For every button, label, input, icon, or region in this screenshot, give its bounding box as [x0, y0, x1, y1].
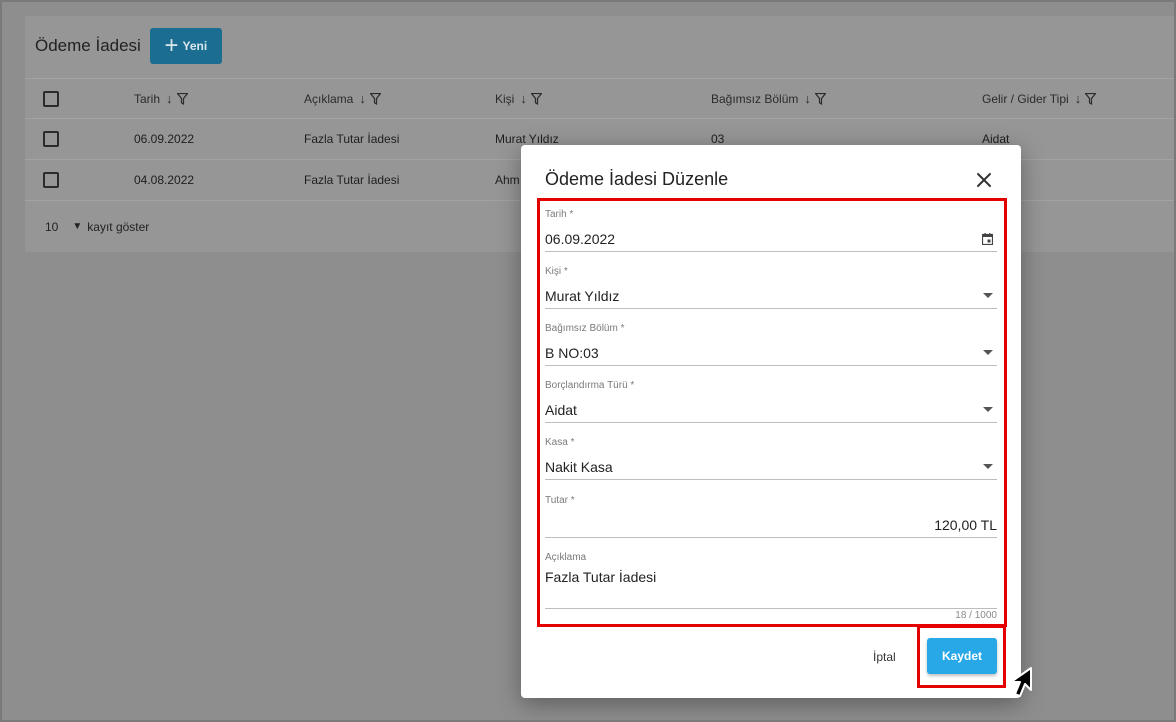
cash-value[interactable]: Nakit Kasa	[545, 459, 613, 475]
dialog-title: Ödeme İadesi Düzenle	[545, 169, 729, 189]
filter-icon[interactable]	[369, 92, 381, 105]
close-icon[interactable]	[973, 169, 995, 191]
amount-label: Tutar *	[545, 495, 575, 506]
cell-date: 04.08.2022	[134, 173, 195, 187]
cancel-button[interactable]: İptal	[873, 650, 896, 664]
cash-field[interactable]: Kasa * Nakit Kasa	[545, 437, 997, 480]
edit-dialog: Ödeme İadesi Düzenle Tarih * 06.09.2022 …	[521, 145, 1021, 698]
sort-arrow-icon[interactable]: ↓	[1075, 91, 1082, 106]
table-header-row: Tarih ↓ Açıklama ↓ Kişi ↓ Bağımsız Bölüm…	[25, 78, 1176, 118]
plus-icon: +	[164, 32, 179, 59]
new-button[interactable]: + Yeni	[149, 28, 222, 64]
unit-value[interactable]: B NO:03	[545, 345, 599, 361]
new-button-label: Yeni	[182, 39, 208, 53]
date-value[interactable]: 06.09.2022	[545, 231, 615, 247]
column-header-unit[interactable]: Bağımsız Bölüm ↓	[711, 79, 826, 118]
page-size-value[interactable]: 10	[45, 220, 58, 234]
cell-person: Ahm	[495, 173, 520, 187]
cell-date: 06.09.2022	[134, 132, 195, 146]
debt-type-field[interactable]: Borçlandırma Türü * Aidat	[545, 380, 997, 423]
column-header-date[interactable]: Tarih ↓	[134, 79, 188, 118]
card-header: Ödeme İadesi + Yeni	[35, 28, 222, 64]
dropdown-caret-icon[interactable]	[983, 464, 993, 469]
description-field[interactable]: Açıklama Fazla Tutar İadesi	[545, 552, 997, 609]
amount-value[interactable]: 120,00 TL	[934, 517, 997, 533]
date-label: Tarih *	[545, 209, 574, 220]
select-all-checkbox[interactable]	[43, 90, 59, 107]
sort-arrow-icon[interactable]: ↓	[804, 91, 811, 106]
dropdown-caret-icon[interactable]	[983, 293, 993, 298]
person-label: Kişi *	[545, 266, 568, 277]
sort-arrow-icon[interactable]: ↓	[359, 91, 366, 106]
date-field[interactable]: Tarih * 06.09.2022	[545, 209, 997, 252]
mouse-cursor-icon	[1010, 667, 1032, 697]
row-checkbox[interactable]	[43, 172, 59, 188]
dropdown-caret-icon[interactable]: ▼	[72, 221, 82, 232]
description-label: Açıklama	[545, 552, 587, 563]
debt-type-value[interactable]: Aidat	[545, 402, 577, 418]
column-header-type[interactable]: Gelir / Gider Tipi ↓	[982, 79, 1097, 118]
calendar-icon[interactable]	[982, 233, 993, 245]
debt-type-label: Borçlandırma Türü *	[545, 380, 635, 391]
page-title: Ödeme İadesi	[35, 36, 141, 55]
column-header-description[interactable]: Açıklama ↓	[304, 79, 381, 118]
column-header-person[interactable]: Kişi ↓	[495, 79, 542, 118]
character-counter: 18 / 1000	[955, 610, 997, 621]
description-textarea[interactable]: Fazla Tutar İadesi	[545, 569, 997, 609]
sort-arrow-icon[interactable]: ↓	[520, 91, 527, 106]
filter-icon[interactable]	[176, 92, 188, 105]
row-checkbox[interactable]	[43, 131, 59, 147]
dropdown-caret-icon[interactable]	[983, 407, 993, 412]
page-size-label: kayıt göster	[87, 219, 150, 234]
cell-description: Fazla Tutar İadesi	[304, 173, 400, 187]
person-value[interactable]: Murat Yıldız	[545, 288, 619, 304]
cash-label: Kasa *	[545, 437, 575, 448]
amount-field[interactable]: Tutar * 120,00 TL	[545, 495, 997, 538]
unit-field[interactable]: Bağımsız Bölüm * B NO:03	[545, 323, 997, 366]
sort-arrow-icon[interactable]: ↓	[166, 91, 173, 106]
filter-icon[interactable]	[1085, 92, 1097, 105]
unit-label: Bağımsız Bölüm *	[545, 323, 625, 334]
person-field[interactable]: Kişi * Murat Yıldız	[545, 266, 997, 309]
save-button[interactable]: Kaydet	[927, 638, 997, 674]
cell-description: Fazla Tutar İadesi	[304, 132, 400, 146]
filter-icon[interactable]	[814, 92, 826, 105]
dropdown-caret-icon[interactable]	[983, 350, 993, 355]
filter-icon[interactable]	[530, 92, 542, 105]
